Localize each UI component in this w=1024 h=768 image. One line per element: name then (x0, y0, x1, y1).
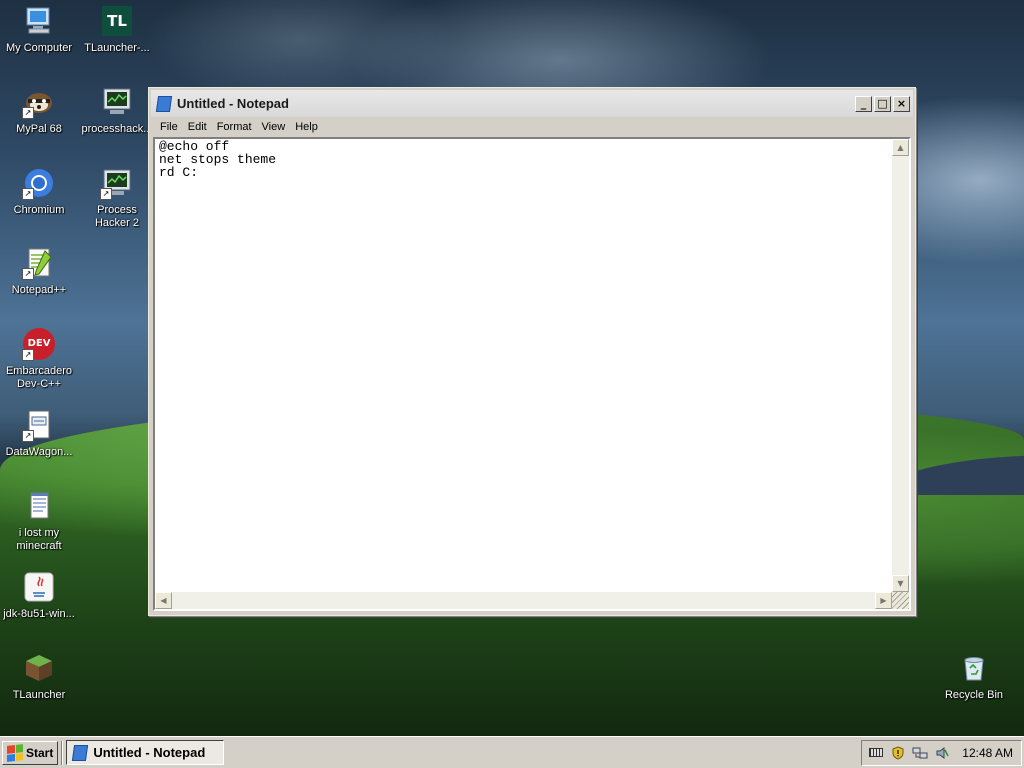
scroll-left-icon[interactable]: ◀ (155, 592, 172, 609)
desktop-icon-process-hacker[interactable]: Process Hacker 2 (78, 166, 156, 230)
scroll-up-icon[interactable]: ▲ (892, 139, 909, 156)
processhacker-icon (100, 85, 134, 119)
clock[interactable]: 12:48 AM (962, 746, 1013, 760)
start-button[interactable]: Start (2, 740, 59, 765)
menu-format[interactable]: Format (212, 121, 257, 133)
desktop-icon-datawagon[interactable]: DataWagon... (0, 408, 78, 459)
menu-file[interactable]: File (155, 121, 183, 133)
title-bar[interactable]: Untitled - Notepad _ □ × (151, 90, 913, 117)
start-label: Start (26, 745, 54, 760)
horizontal-scrollbar[interactable]: ◀ ▶ (155, 592, 892, 609)
icon-label: Process Hacker 2 (94, 204, 140, 229)
window-title: Untitled - Notepad (177, 96, 289, 111)
icon-label: TLauncher (12, 689, 66, 701)
network-icon[interactable] (912, 746, 928, 760)
system-tray: 12:48 AM (861, 739, 1022, 766)
desktop-icon-tlauncher[interactable]: TLauncher (0, 651, 78, 702)
window-controls: _ □ × (855, 95, 910, 112)
icon-label: processhack... (81, 123, 153, 135)
keyboard-icon[interactable] (868, 746, 884, 760)
vertical-scrollbar[interactable]: ▲ ▼ (892, 139, 909, 592)
minecraft-block-icon (22, 651, 56, 685)
desktop-icon-jdk[interactable]: jdk-8u51-win... (0, 570, 78, 621)
icon-label: Embarcadero Dev-C++ (5, 365, 73, 390)
security-shield-icon[interactable] (890, 745, 906, 760)
recycle-bin-icon (957, 651, 991, 685)
menu-edit[interactable]: Edit (183, 121, 212, 133)
icon-label: i lost my minecraft (16, 527, 62, 552)
editor-content[interactable]: @echo off net stops theme rd C: (157, 140, 889, 590)
icon-label: Chromium (13, 204, 65, 216)
desktop-icon-recycle-bin[interactable]: Recycle Bin (935, 651, 1013, 702)
notepad-icon (72, 744, 89, 761)
icon-label: Notepad++ (11, 284, 67, 296)
windows-logo-icon (7, 743, 23, 762)
minimize-button[interactable]: _ (855, 95, 872, 112)
text-file-icon (22, 489, 56, 523)
desktop-icon-devcpp[interactable]: DEV Embarcadero Dev-C++ (0, 327, 78, 391)
chromium-icon (22, 166, 56, 200)
desktop-icon-my-computer[interactable]: My Computer (0, 4, 78, 55)
java-icon (22, 570, 56, 604)
scroll-down-icon[interactable]: ▼ (892, 575, 909, 592)
notepad-icon (155, 95, 173, 112)
icon-label: My Computer (5, 42, 73, 54)
task-label: Untitled - Notepad (93, 745, 206, 760)
menu-help[interactable]: Help (290, 121, 323, 133)
close-button[interactable]: × (893, 95, 910, 112)
icon-label: DataWagon... (5, 446, 73, 458)
devcpp-icon: DEV (22, 327, 56, 361)
notepadpp-icon (22, 246, 56, 280)
menu-bar: File Edit Format View Help (151, 117, 913, 137)
scroll-right-icon[interactable]: ▶ (875, 592, 892, 609)
icon-label: jdk-8u51-win... (3, 608, 75, 620)
desktop-icon-mypal[interactable]: MyPal 68 (0, 85, 78, 136)
mypal-browser-icon (22, 85, 56, 119)
taskbar-button-notepad[interactable]: Untitled - Notepad (66, 740, 225, 765)
taskbar-separator (61, 740, 64, 765)
desktop-icon-notepadpp[interactable]: Notepad++ (0, 246, 78, 297)
resize-grip-icon[interactable] (892, 592, 909, 609)
desktop-icon-chromium[interactable]: Chromium (0, 166, 78, 217)
desktop-icon-text-file[interactable]: i lost my minecraft (0, 489, 78, 553)
desktop-icon-tlauncher-installer[interactable]: TL TLauncher-... (78, 4, 156, 55)
document-icon (22, 408, 56, 442)
volume-icon[interactable] (934, 746, 950, 760)
text-editor[interactable]: @echo off net stops theme rd C: ▲ ▼ ◀ ▶ (153, 137, 911, 611)
icon-label: TLauncher-... (84, 42, 150, 54)
maximize-button[interactable]: □ (874, 95, 891, 112)
computer-icon (22, 4, 56, 38)
taskbar: Start Untitled - Notepad 12:48 AM (0, 736, 1024, 768)
icon-label: MyPal 68 (16, 123, 62, 135)
processhacker-icon (100, 166, 134, 200)
notepad-window[interactable]: Untitled - Notepad _ □ × File Edit Forma… (148, 87, 916, 616)
icon-label: Recycle Bin (944, 689, 1004, 701)
tlauncher-app-icon: TL (100, 4, 134, 38)
menu-view[interactable]: View (257, 121, 291, 133)
desktop-icon-processhacker-installer[interactable]: processhack... (78, 85, 156, 136)
